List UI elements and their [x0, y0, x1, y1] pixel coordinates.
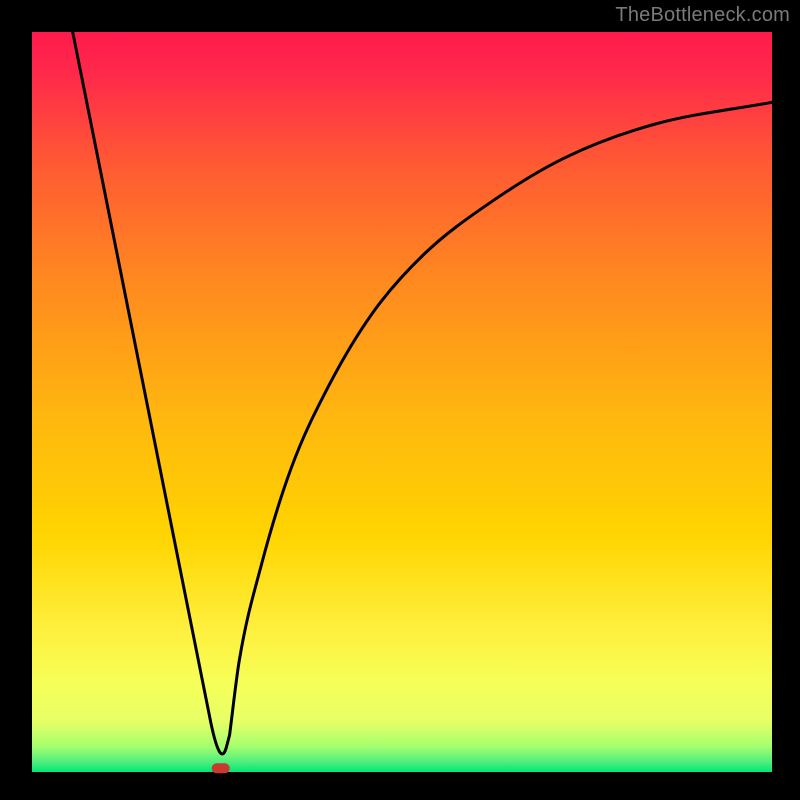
- optimum-marker: [212, 763, 230, 773]
- plot-background: [32, 32, 772, 772]
- chart-stage: TheBottleneck.com: [0, 0, 800, 800]
- chart-svg: [0, 0, 800, 800]
- watermark-text: TheBottleneck.com: [615, 4, 790, 27]
